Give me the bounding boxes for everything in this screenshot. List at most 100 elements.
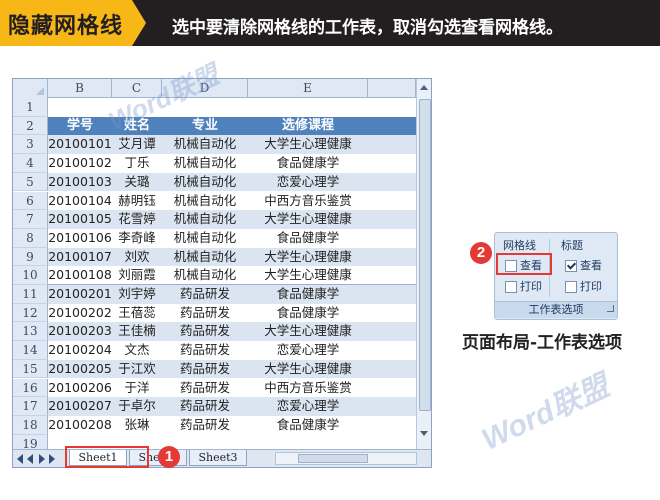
row-header[interactable]: 12	[13, 303, 48, 323]
row-header[interactable]: 1	[13, 98, 48, 117]
table-cell[interactable]: 药品研发	[162, 341, 248, 360]
row-header[interactable]: 6	[13, 191, 48, 211]
table-cell[interactable]: 20100107	[48, 248, 112, 267]
row-header[interactable]: 9	[13, 247, 48, 267]
header-cell[interactable]: 学号	[48, 117, 112, 136]
prev-sheet-icon[interactable]	[27, 454, 33, 464]
vertical-scroll-thumb[interactable]	[419, 99, 431, 411]
table-cell[interactable]: 20100108	[48, 266, 112, 285]
table-cell[interactable]: 20100104	[48, 192, 112, 211]
table-cell[interactable]: 食品健康学	[248, 304, 368, 323]
table-cell[interactable]: 20100207	[48, 397, 112, 416]
table-cell[interactable]: 药品研发	[162, 304, 248, 323]
table-cell[interactable]: 20100204	[48, 341, 112, 360]
table-cell[interactable]: 20100103	[48, 173, 112, 192]
header-cell[interactable]: 专业	[162, 117, 248, 136]
table-cell[interactable]: 20100101	[48, 135, 112, 154]
first-sheet-icon[interactable]	[17, 454, 23, 464]
header-cell[interactable]: 选修课程	[248, 117, 368, 136]
headings-print-box[interactable]	[565, 281, 577, 293]
table-cell[interactable]: 大学生心理健康	[248, 360, 368, 379]
table-cell[interactable]: 赫明钰	[112, 192, 162, 211]
column-header-e[interactable]: E	[248, 79, 368, 98]
row-header[interactable]: 3	[13, 135, 48, 155]
table-cell[interactable]: 药品研发	[162, 360, 248, 379]
headings-view-checkbox[interactable]: 查看	[565, 258, 609, 274]
table-cell[interactable]: 20100106	[48, 229, 112, 248]
headings-view-box[interactable]	[565, 260, 577, 272]
next-sheet-icon[interactable]	[39, 454, 45, 464]
row-header[interactable]: 2	[13, 116, 48, 136]
row-header[interactable]: 4	[13, 154, 48, 173]
table-cell[interactable]: 王佳楠	[112, 322, 162, 341]
row-header[interactable]: 8	[13, 228, 48, 248]
table-cell[interactable]: 于江欢	[112, 360, 162, 379]
row-header[interactable]: 18	[13, 415, 48, 435]
table-cell[interactable]: 丁乐	[112, 154, 162, 173]
table-cell[interactable]: 20100201	[48, 285, 112, 304]
dialog-launcher-icon[interactable]	[607, 305, 614, 312]
table-cell[interactable]: 李奇峰	[112, 229, 162, 248]
scroll-up-arrow-icon[interactable]	[420, 85, 428, 90]
table-cell[interactable]: 机械自动化	[162, 229, 248, 248]
table-cell[interactable]: 大学生心理健康	[248, 322, 368, 341]
table-cell[interactable]: 药品研发	[162, 379, 248, 398]
vertical-scrollbar[interactable]	[416, 79, 431, 453]
table-cell[interactable]: 药品研发	[162, 416, 248, 435]
row-header[interactable]: 11	[13, 285, 48, 304]
table-cell[interactable]: 恋爱心理学	[248, 397, 368, 416]
table-cell[interactable]: 机械自动化	[162, 154, 248, 173]
row-header[interactable]: 17	[13, 397, 48, 416]
table-cell[interactable]: 艾月谭	[112, 135, 162, 154]
table-cell[interactable]: 食品健康学	[248, 229, 368, 248]
gridlines-print-checkbox[interactable]: 打印	[505, 279, 549, 295]
row-header[interactable]: 13	[13, 322, 48, 342]
horizontal-scrollbar[interactable]	[275, 452, 417, 465]
table-cell[interactable]: 20100202	[48, 304, 112, 323]
last-sheet-icon[interactable]	[49, 454, 55, 464]
header-cell[interactable]: 姓名	[112, 117, 162, 136]
table-cell[interactable]: 刘丽霞	[112, 266, 162, 285]
table-cell[interactable]: 恋爱心理学	[248, 173, 368, 192]
table-cell[interactable]: 20100203	[48, 322, 112, 341]
table-cell[interactable]: 20100206	[48, 379, 112, 398]
table-cell[interactable]: 药品研发	[162, 397, 248, 416]
row-header[interactable]: 5	[13, 172, 48, 192]
table-cell[interactable]: 恋爱心理学	[248, 341, 368, 360]
table-cell[interactable]: 刘宇婷	[112, 285, 162, 304]
table-cell[interactable]: 关璐	[112, 173, 162, 192]
column-header-f[interactable]	[368, 79, 416, 98]
table-cell[interactable]: 大学生心理健康	[248, 248, 368, 267]
table-cell[interactable]: 食品健康学	[248, 285, 368, 304]
table-cell[interactable]: 张琳	[112, 416, 162, 435]
table-cell[interactable]: 药品研发	[162, 322, 248, 341]
table-cell[interactable]: 于洋	[112, 379, 162, 398]
table-cell[interactable]: 20100105	[48, 210, 112, 229]
column-header-d[interactable]: D	[162, 79, 248, 98]
table-cell[interactable]: 食品健康学	[248, 416, 368, 435]
row-header[interactable]: 10	[13, 266, 48, 285]
table-cell[interactable]: 王蓓蕊	[112, 304, 162, 323]
table-cell[interactable]: 20100102	[48, 154, 112, 173]
table-cell[interactable]: 20100208	[48, 416, 112, 435]
table-cell[interactable]: 中西方音乐鉴赏	[248, 192, 368, 211]
row-header[interactable]: 7	[13, 210, 48, 229]
table-cell[interactable]: 大学生心理健康	[248, 266, 368, 285]
table-cell[interactable]: 花雪婷	[112, 210, 162, 229]
table-cell[interactable]: 大学生心理健康	[248, 135, 368, 154]
table-cell[interactable]: 机械自动化	[162, 135, 248, 154]
headings-print-checkbox[interactable]: 打印	[565, 279, 609, 295]
table-cell[interactable]: 机械自动化	[162, 192, 248, 211]
row-header[interactable]: 15	[13, 359, 48, 379]
select-all-corner[interactable]	[13, 79, 48, 99]
column-header-b[interactable]: B	[48, 79, 112, 98]
column-header-c[interactable]: C	[112, 79, 162, 98]
table-cell[interactable]: 刘欢	[112, 248, 162, 267]
gridlines-print-box[interactable]	[505, 281, 517, 293]
table-cell[interactable]: 大学生心理健康	[248, 210, 368, 229]
table-cell[interactable]: 文杰	[112, 341, 162, 360]
tab-sheet3[interactable]: Sheet3	[189, 450, 247, 466]
table-cell[interactable]: 中西方音乐鉴赏	[248, 379, 368, 398]
table-cell[interactable]: 机械自动化	[162, 173, 248, 192]
row-header[interactable]: 16	[13, 378, 48, 398]
